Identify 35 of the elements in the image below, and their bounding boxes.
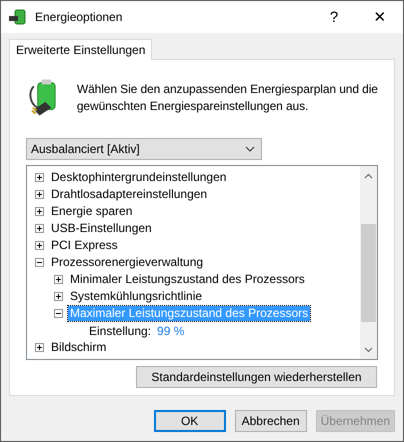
tree-item[interactable]: Desktophintergrundeinstellungen (49, 170, 228, 185)
expand-icon[interactable] (35, 173, 44, 182)
tree-item[interactable]: Minimaler Leistungszustand des Prozessors (68, 272, 307, 287)
tree-item[interactable]: Drahtlosadaptereinstellungen (49, 187, 210, 202)
description-text: Wählen Sie den anzupassenden Energiesparplan und die gewünschten Energiespareinstellungen aus. (76, 81, 378, 115)
restore-defaults-button[interactable]: Standardeinstellungen wiederherstellen (136, 366, 377, 388)
chevron-down-icon (245, 146, 255, 152)
window-title: Energieoptionen (35, 10, 124, 24)
expand-icon[interactable] (35, 190, 44, 199)
tree-item[interactable]: Energie sparen (49, 204, 134, 219)
plan-dropdown[interactable]: Ausbalanciert [Aktiv] (26, 138, 262, 160)
dialog-button[interactable]: OK (154, 410, 226, 432)
expand-icon[interactable] (54, 292, 63, 301)
scroll-up-icon[interactable] (364, 173, 373, 179)
tree-item[interactable]: PCI Express (49, 238, 120, 253)
collapse-icon[interactable] (35, 258, 44, 267)
expand-icon[interactable] (54, 275, 63, 284)
tree-item[interactable]: Prozessorenergieverwaltung (49, 255, 206, 270)
expand-icon[interactable] (35, 241, 44, 250)
expand-icon[interactable] (35, 343, 44, 352)
help-button[interactable]: ? (311, 1, 357, 33)
setting-value[interactable]: 99 % (157, 324, 184, 338)
tree-item[interactable]: Bildschirm (49, 340, 108, 355)
expand-icon[interactable] (35, 224, 44, 233)
battery-plug-icon (9, 9, 27, 25)
dialog-button[interactable]: Abbrechen (234, 410, 307, 432)
tree-item[interactable]: USB-Einstellungen (49, 221, 154, 236)
scroll-down-icon[interactable] (364, 347, 373, 353)
close-button[interactable]: ✕ (357, 1, 403, 33)
collapse-icon[interactable] (54, 309, 63, 318)
expand-icon[interactable] (35, 207, 44, 216)
tab[interactable]: Erweiterte Einstellungen (9, 39, 152, 60)
scrollbar[interactable] (360, 166, 377, 359)
setting-label: Einstellung: (89, 324, 152, 338)
tree-item[interactable]: Systemkühlungsrichtlinie (68, 289, 204, 304)
